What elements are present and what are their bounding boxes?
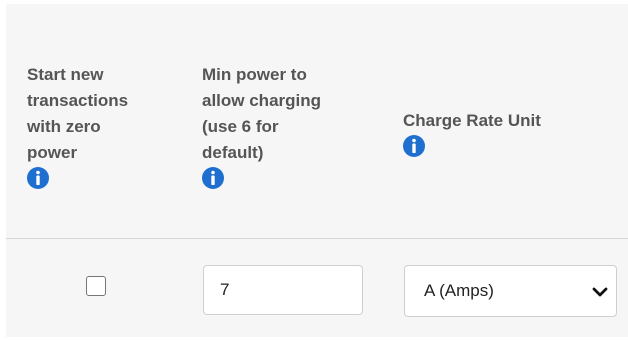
- select-value: A (Amps): [424, 281, 494, 300]
- info-icon[interactable]: [202, 167, 224, 189]
- column-header-line: power: [27, 143, 78, 162]
- chevron-down-icon: [592, 285, 608, 297]
- column-header-line: Start new: [27, 65, 104, 84]
- column-header-line: with zero: [27, 117, 101, 136]
- column-header-line: Charge Rate Unit: [403, 111, 541, 130]
- column-header-min-power: Min power to allow charging (use 6 for d…: [202, 62, 377, 189]
- column-header-line: transactions: [27, 91, 129, 110]
- column-header-line: allow charging: [202, 91, 322, 110]
- settings-table: Start new transactions with zero power M…: [6, 4, 628, 337]
- column-header-line: (use 6 for: [202, 117, 279, 136]
- info-icon[interactable]: [27, 167, 49, 189]
- column-header-line: default): [202, 143, 264, 162]
- column-header-charge-rate-unit: Charge Rate Unit: [403, 108, 618, 157]
- table-header-row: Start new transactions with zero power M…: [6, 4, 628, 239]
- charge-rate-unit-select[interactable]: A (Amps): [404, 265, 617, 317]
- table-row: A (Amps): [6, 239, 628, 337]
- column-header-start-zero-power: Start new transactions with zero power: [27, 62, 187, 189]
- info-icon[interactable]: [403, 135, 425, 157]
- column-header-line: Min power to: [202, 65, 307, 84]
- zero-power-checkbox[interactable]: [86, 276, 106, 296]
- min-power-input[interactable]: [203, 265, 363, 315]
